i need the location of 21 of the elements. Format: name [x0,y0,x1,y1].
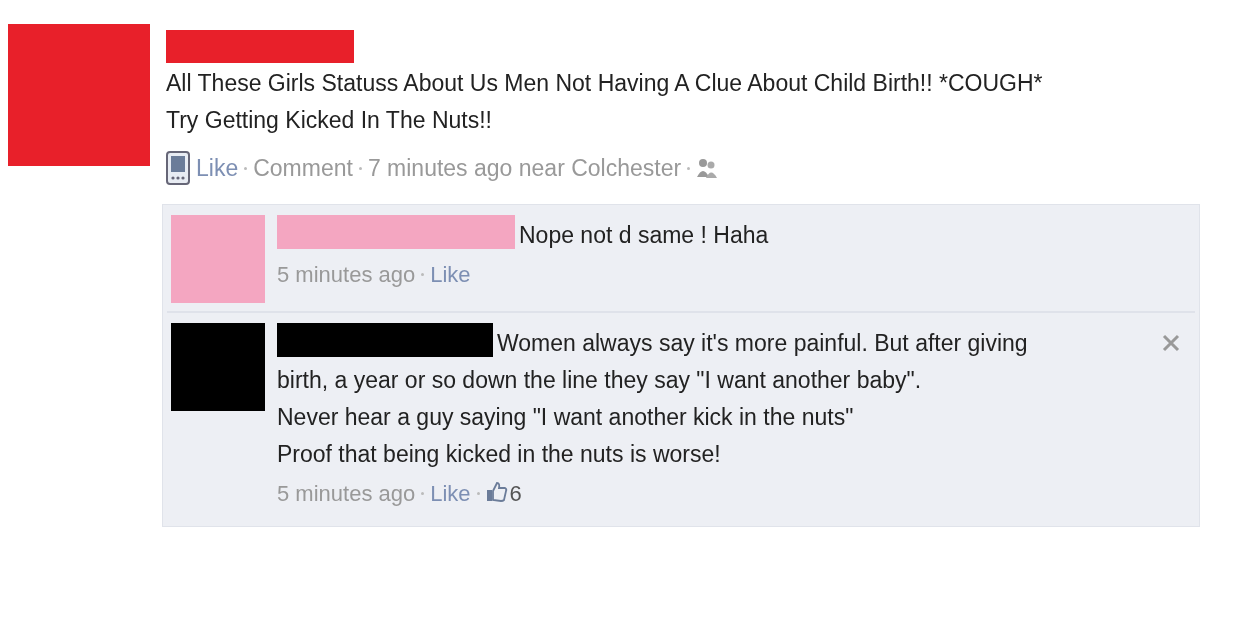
separator-dot [358,166,362,170]
mobile-icon [166,151,190,186]
separator-dot [476,491,480,495]
separator-dot [687,166,691,170]
separator-dot [421,491,425,495]
separator-dot [421,272,425,276]
like-link[interactable]: Like [196,151,239,186]
like-link[interactable]: Like [430,257,471,291]
like-count: 6 [485,476,522,510]
like-link[interactable]: Like [430,476,471,510]
close-icon[interactable] [1161,332,1181,353]
timestamp: 5 minutes ago [277,479,416,508]
separator-dot [244,166,248,170]
comment-text: Women always say it's more painful. But after giving birth, a year or so down the line they say "I want another baby". Never hear a guy saying "I want another kick in the nuts" Proof that being kicked in the nuts is worse! [277,329,1028,467]
thumbs-up-icon [485,480,508,503]
comment-link[interactable]: Comment [253,151,353,186]
post-text: All These Girls Statuss About Us Men Not Having A Clue About Child Birth!! *COUGH* Try Getting Kicked In The Nuts!! [166,69,1043,135]
comment-text: Nope not d same ! Haha [519,221,769,248]
timestamp: 7 minutes ago near Colchester [367,154,682,183]
timestamp: 5 minutes ago [277,260,416,289]
friends-icon [696,157,719,180]
